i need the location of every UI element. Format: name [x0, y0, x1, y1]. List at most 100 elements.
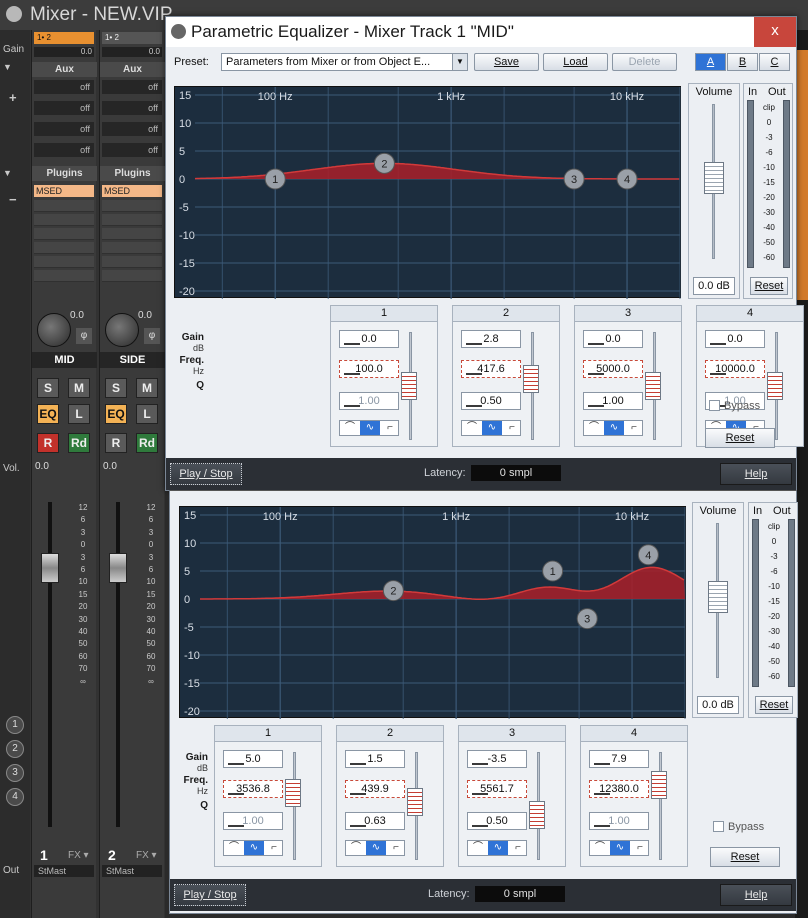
plugin-slot[interactable] [102, 214, 162, 226]
output-selector[interactable]: StMast [102, 865, 162, 877]
band-freq-field[interactable]: 100.0 [339, 360, 399, 378]
record-button[interactable]: R [105, 433, 127, 453]
band-gain-field[interactable]: 5.0 [223, 750, 283, 768]
phase-button[interactable]: φ [144, 328, 160, 344]
help-button[interactable]: Help [720, 463, 792, 485]
plugin-slot[interactable]: MSED [102, 185, 162, 197]
record-button[interactable]: R [37, 433, 59, 453]
aux-send[interactable]: off [102, 143, 162, 157]
band-gain-field[interactable]: 0.0 [583, 330, 643, 348]
peak-filter-icon[interactable]: ∿ [610, 841, 630, 855]
band-gain-field[interactable]: 2.8 [461, 330, 521, 348]
plugin-slot[interactable] [34, 242, 94, 254]
band-q-field[interactable]: 1.00 [583, 392, 643, 410]
band-freq-field[interactable]: 417.6 [461, 360, 521, 378]
peak-filter-icon[interactable]: ∿ [488, 841, 508, 855]
band-freq-field[interactable]: 5561.7 [467, 780, 527, 798]
load-button[interactable]: Load [543, 53, 608, 71]
band-freq-field[interactable]: 10000.0 [705, 360, 765, 378]
peak-filter-icon[interactable]: ∿ [482, 421, 502, 435]
low-shelf-icon[interactable]: ⌒ [346, 841, 366, 855]
band-gain-field[interactable]: 0.0 [705, 330, 765, 348]
high-shelf-icon[interactable]: ⌐ [264, 841, 284, 855]
eq-response-graph[interactable]: 15 10 5 0 -5 -10 -15 -20 100 Hz 1 kHz 10 kHz 1 2 3 4 [174, 86, 681, 299]
filter-type-selector[interactable]: ⌒∿⌐ [461, 420, 521, 436]
band-q-field[interactable]: 1.00 [589, 812, 649, 830]
band-handle-4[interactable]: 4 [637, 544, 659, 566]
collapse-icon[interactable]: ▼ [3, 168, 12, 178]
filter-type-selector[interactable]: ⌒∿⌐ [223, 840, 283, 856]
volume-value[interactable]: 0.0 dB [693, 277, 735, 295]
solo-button[interactable]: S [105, 378, 127, 398]
help-button[interactable]: Help [720, 884, 792, 906]
plugin-slot[interactable] [34, 214, 94, 226]
low-shelf-icon[interactable]: ⌒ [584, 421, 604, 435]
save-button[interactable]: Save [474, 53, 539, 71]
band-gain-field[interactable]: 7.9 [589, 750, 649, 768]
eq-button[interactable]: EQ [105, 404, 127, 424]
low-shelf-icon[interactable]: ⌒ [468, 841, 488, 855]
checkbox-icon[interactable] [713, 821, 724, 832]
preset-b-button[interactable]: B [727, 53, 758, 71]
group-button-4[interactable]: 4 [6, 788, 24, 806]
input-selector[interactable]: 1• 2 [34, 32, 94, 44]
volume-slider[interactable] [704, 162, 724, 194]
filter-type-selector[interactable]: ⌒∿⌐ [467, 840, 527, 856]
band-handle-3[interactable]: 3 [563, 168, 585, 190]
mute-button[interactable]: M [136, 378, 158, 398]
read-button[interactable]: Rd [136, 433, 158, 453]
band-q-field[interactable]: 0.63 [345, 812, 405, 830]
low-shelf-icon[interactable]: ⌒ [224, 841, 244, 855]
peak-filter-icon[interactable]: ∿ [360, 421, 380, 435]
group-button-2[interactable]: 2 [6, 740, 24, 758]
bypass-checkbox[interactable]: Bypass [709, 400, 760, 412]
low-shelf-icon[interactable]: ⌒ [340, 421, 360, 435]
checkbox-icon[interactable] [709, 400, 720, 411]
plugin-slot[interactable] [102, 242, 162, 254]
filter-type-selector[interactable]: ⌒∿⌐ [583, 420, 643, 436]
pan-knob[interactable] [105, 313, 139, 347]
plugin-slot[interactable] [102, 200, 162, 212]
high-shelf-icon[interactable]: ⌐ [386, 841, 406, 855]
lock-button[interactable]: L [136, 404, 158, 424]
aux-send[interactable]: off [34, 80, 94, 94]
band-gain-field[interactable]: 1.5 [345, 750, 405, 768]
gain-value[interactable]: 0.0 [102, 47, 162, 57]
volume-slider[interactable] [708, 581, 728, 613]
band-gain-slider[interactable] [401, 372, 417, 400]
fx-menu[interactable]: FX ▾ [68, 850, 89, 861]
band-gain-slider[interactable] [529, 801, 545, 829]
low-shelf-icon[interactable]: ⌒ [590, 841, 610, 855]
output-selector[interactable]: StMast [34, 865, 94, 877]
filter-type-selector[interactable]: ⌒∿⌐ [589, 840, 649, 856]
aux-send[interactable]: off [102, 80, 162, 94]
volume-fader-track[interactable] [48, 502, 52, 827]
peak-filter-icon[interactable]: ∿ [366, 841, 386, 855]
band-gain-slider[interactable] [407, 788, 423, 816]
mute-button[interactable]: M [68, 378, 90, 398]
group-button-1[interactable]: 1 [6, 716, 24, 734]
eq-button[interactable]: EQ [37, 404, 59, 424]
aux-send[interactable]: off [34, 143, 94, 157]
delete-button[interactable]: Delete [612, 53, 677, 71]
plugin-slot[interactable] [102, 228, 162, 240]
band-freq-field[interactable]: 439.9 [345, 780, 405, 798]
meter-reset-button[interactable]: Reset [750, 277, 788, 295]
meter-reset-button[interactable]: Reset [755, 696, 793, 714]
preset-c-button[interactable]: C [759, 53, 790, 71]
plugin-slot[interactable] [34, 270, 94, 282]
peak-filter-icon[interactable]: ∿ [244, 841, 264, 855]
volume-fader-track[interactable] [116, 502, 120, 827]
plugin-slot[interactable] [34, 228, 94, 240]
band-handle-1[interactable]: 1 [542, 560, 564, 582]
filter-type-selector[interactable]: ⌒∿⌐ [345, 840, 405, 856]
band-handle-4[interactable]: 4 [616, 168, 638, 190]
low-shelf-icon[interactable]: ⌒ [462, 421, 482, 435]
band-gain-field[interactable]: 0.0 [339, 330, 399, 348]
preset-a-button[interactable]: A [695, 53, 726, 71]
band-handle-2[interactable]: 2 [373, 152, 395, 174]
aux-send[interactable]: off [34, 101, 94, 115]
collapse-icon[interactable]: ▼ [3, 62, 12, 72]
volume-value[interactable]: 0.0 dB [697, 696, 739, 714]
band-gain-field[interactable]: -3.5 [467, 750, 527, 768]
